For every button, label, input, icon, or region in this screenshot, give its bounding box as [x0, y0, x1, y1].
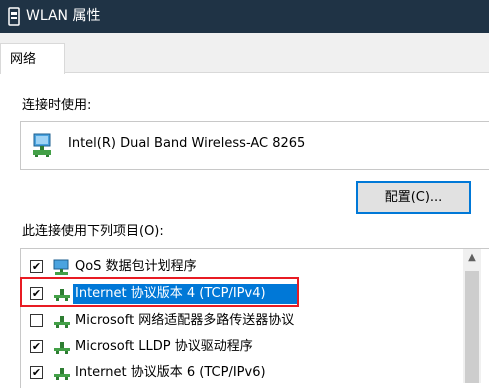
- list-item-selected[interactable]: ✔ Internet 协议版本 4 (TCP/IPv4): [28, 282, 464, 307]
- item-checkbox[interactable]: [30, 314, 43, 327]
- item-label: Internet 协议版本 4 (TCP/IPv4): [75, 286, 266, 301]
- tab-network-label: 网络: [10, 52, 37, 67]
- item-label: Microsoft 网络适配器多路传送器协议: [75, 313, 295, 328]
- item-label: Internet 协议版本 6 (TCP/IPv6): [75, 365, 266, 380]
- connect-using-label: 连接时使用:: [22, 98, 92, 113]
- item-checkbox[interactable]: ✔: [30, 287, 43, 300]
- window-title: WLAN 属性: [26, 8, 101, 24]
- items-label: 此连接使用下列项目(O):: [22, 224, 164, 239]
- tab-network[interactable]: 网络: [0, 43, 65, 74]
- network-protocol-icon: [54, 368, 70, 380]
- title-bar: WLAN 属性: [0, 0, 489, 33]
- list-item[interactable]: ✔ QoS 数据包计划程序: [28, 255, 464, 280]
- item-checkbox[interactable]: ✔: [30, 340, 43, 353]
- network-adapter-icon: [8, 7, 20, 26]
- network-protocol-icon: [54, 289, 70, 301]
- qos-scheduler-icon: [53, 259, 69, 275]
- network-card-icon: [33, 133, 51, 157]
- network-protocol-icon: [54, 316, 70, 328]
- configure-button[interactable]: 配置(C)...: [356, 181, 471, 214]
- tab-strip: [0, 33, 489, 73]
- adapter-name: Intel(R) Dual Band Wireless-AC 8265: [68, 136, 306, 151]
- item-checkbox[interactable]: ✔: [30, 366, 43, 379]
- scroll-up-arrow-icon[interactable]: ▲: [463, 249, 481, 267]
- network-protocol-icon: [54, 342, 70, 354]
- scrollbar-thumb[interactable]: [465, 271, 479, 383]
- item-checkbox[interactable]: ✔: [30, 260, 43, 273]
- item-label: Microsoft LLDP 协议驱动程序: [75, 339, 253, 354]
- item-label: QoS 数据包计划程序: [75, 259, 197, 274]
- list-item[interactable]: ✔ Microsoft LLDP 协议驱动程序: [28, 335, 464, 360]
- list-item[interactable]: Microsoft 网络适配器多路传送器协议: [28, 309, 464, 334]
- list-item[interactable]: ✔ Internet 协议版本 6 (TCP/IPv6): [28, 361, 464, 386]
